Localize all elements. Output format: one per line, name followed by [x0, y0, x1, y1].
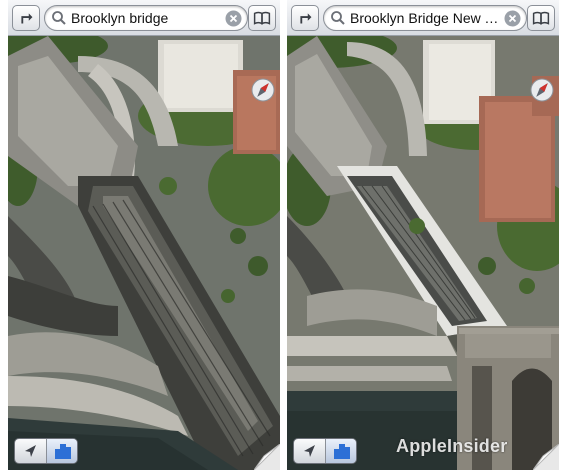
clear-x-icon[interactable]	[504, 10, 521, 27]
map-bottom-controls	[293, 438, 357, 464]
directions-arrow-icon[interactable]	[12, 5, 40, 31]
3d-buildings-icon[interactable]	[47, 439, 78, 463]
map-3d-scene	[287, 36, 559, 470]
map-view[interactable]	[8, 36, 280, 470]
map-view[interactable]	[287, 36, 559, 470]
page-curl-icon[interactable]	[533, 444, 559, 470]
compass-icon[interactable]	[251, 78, 275, 102]
location-arrow-icon[interactable]	[15, 439, 46, 463]
compass-icon[interactable]	[530, 78, 554, 102]
directions-arrow-icon[interactable]	[291, 5, 319, 31]
search-query-text[interactable]: Brooklyn Bridge New Y...	[350, 10, 500, 26]
search-field[interactable]: Brooklyn Bridge New Y...	[323, 5, 527, 31]
search-field[interactable]: Brooklyn bridge	[44, 5, 248, 31]
search-toolbar: Brooklyn Bridge New Y...	[287, 0, 559, 36]
map-3d-scene	[8, 36, 280, 470]
search-toolbar: Brooklyn bridge	[8, 0, 280, 36]
map-bottom-controls	[14, 438, 78, 464]
clear-x-icon[interactable]	[225, 10, 242, 27]
magnifier-icon	[331, 11, 345, 25]
3d-buildings-icon[interactable]	[326, 439, 357, 463]
location-arrow-icon[interactable]	[294, 439, 325, 463]
magnifier-icon	[52, 11, 66, 25]
left-map-pane: Brooklyn bridge	[8, 0, 280, 470]
page-curl-icon[interactable]	[254, 444, 280, 470]
bookmarks-book-icon[interactable]	[527, 5, 555, 31]
search-query-text[interactable]: Brooklyn bridge	[71, 10, 221, 26]
watermark: AppleInsider	[396, 436, 508, 456]
bookmarks-book-icon[interactable]	[248, 5, 276, 31]
right-map-pane: Brooklyn Bridge New Y...	[287, 0, 559, 470]
